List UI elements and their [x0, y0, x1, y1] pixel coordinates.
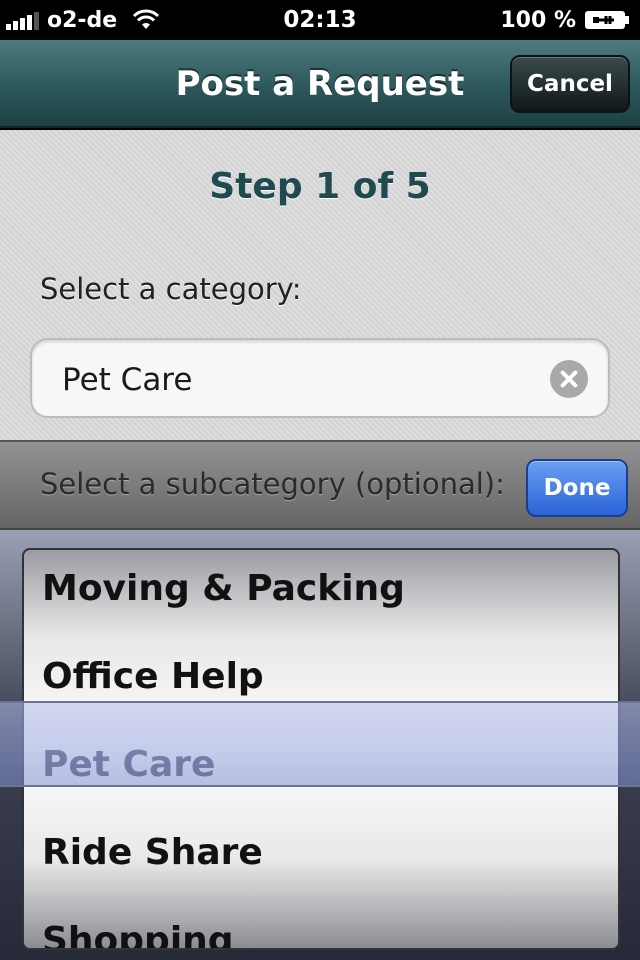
category-value: Pet Care [62, 362, 193, 398]
category-field[interactable]: Pet Care [30, 338, 610, 418]
battery-charging-icon [585, 11, 629, 29]
battery-percent: 100 % [500, 7, 576, 33]
done-button[interactable]: Done [526, 459, 628, 517]
subcategory-label: Select a subcategory (optional): [40, 467, 505, 501]
status-bar: o2-de 02:13 100 % [0, 0, 640, 40]
picker-item-moving-packing[interactable]: Moving & Packing [42, 550, 602, 633]
clear-circle-icon[interactable] [550, 360, 588, 398]
form-content: Step 1 of 5 Select a category: Pet Care [0, 130, 640, 440]
step-indicator: Step 1 of 5 [209, 166, 431, 207]
cancel-button[interactable]: Cancel [510, 55, 630, 113]
picker-selection-indicator [0, 701, 640, 787]
category-label: Select a category: [40, 272, 302, 306]
navigation-bar: Post a Request Cancel [0, 40, 640, 128]
subcategory-picker[interactable]: Moving & Packing Office Help Pet Care Ri… [0, 530, 640, 960]
picker-item-shopping[interactable]: Shopping [42, 897, 602, 948]
picker-item-ride-share[interactable]: Ride Share [42, 809, 602, 897]
picker-toolbar: Select a subcategory (optional): Done [0, 440, 640, 530]
status-right: 100 % [500, 0, 630, 40]
